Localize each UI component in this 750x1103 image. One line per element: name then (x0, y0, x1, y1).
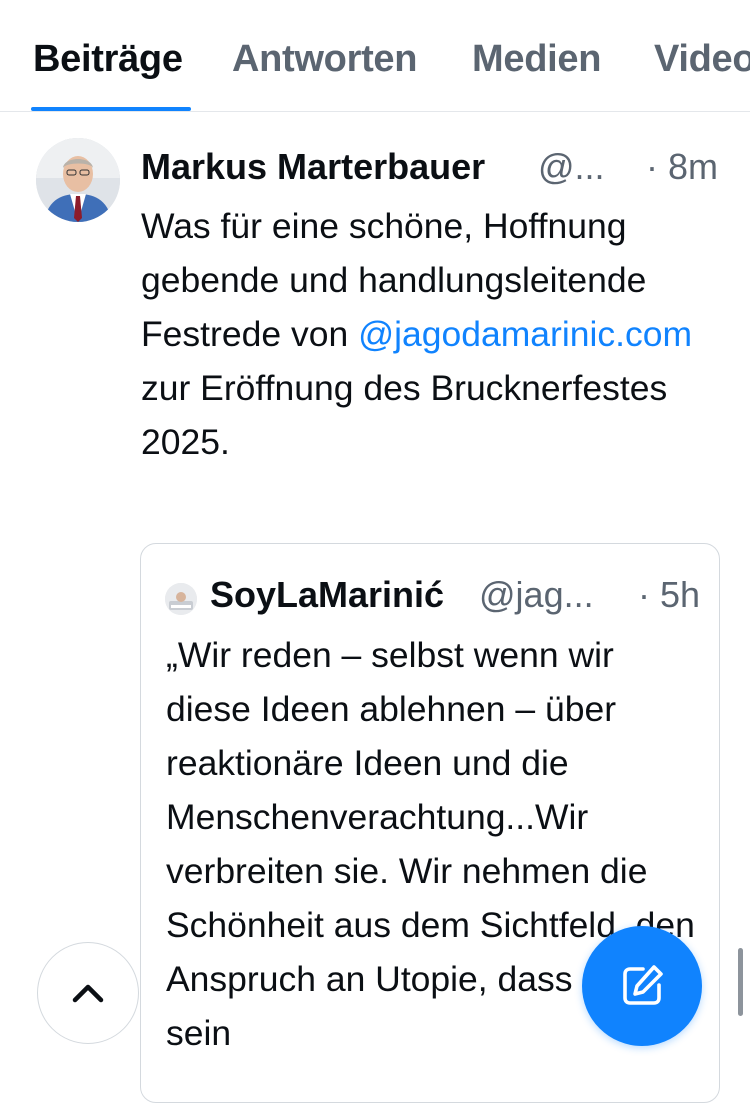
scrollbar[interactable] (738, 948, 743, 1016)
compose-button[interactable] (582, 926, 702, 1046)
quote-timestamp: · 5h (637, 574, 700, 615)
tab-medien[interactable]: Medien (472, 38, 601, 81)
quote-avatar-image (165, 583, 197, 615)
tab-antworten[interactable]: Antworten (232, 38, 417, 81)
quote-author-handle[interactable]: @jag... (479, 574, 594, 616)
active-tab-indicator (31, 107, 191, 111)
post-text: Was für eine schöne, Hoffnung gebende un… (141, 199, 731, 469)
quote-avatar (165, 583, 197, 615)
avatar[interactable] (36, 138, 120, 222)
post-header: Markus Marterbauer @... · 8m (141, 146, 721, 192)
author-name[interactable]: Markus Marterbauer (141, 146, 485, 188)
quote-author-name[interactable]: SoyLaMarinić (210, 574, 444, 616)
scroll-to-top-button[interactable] (37, 942, 139, 1044)
avatar-image (36, 138, 120, 222)
tab-beitraege[interactable]: Beiträge (33, 38, 183, 81)
profile-tabs: Beiträge Antworten Medien Videos (0, 0, 750, 112)
compose-icon (623, 965, 663, 1005)
post-text-outro: zur Eröffnung des Brucknerfestes 2025. (141, 368, 668, 462)
tab-videos[interactable]: Videos (654, 38, 750, 81)
author-handle[interactable]: @... (538, 146, 605, 188)
mention-link[interactable]: @jagodamarinic.com (358, 314, 692, 354)
quote-header: SoyLaMarinić @jag... · 5h (210, 574, 700, 620)
post-timestamp: · 8m (646, 146, 718, 187)
chevron-up-icon (72, 984, 104, 1003)
